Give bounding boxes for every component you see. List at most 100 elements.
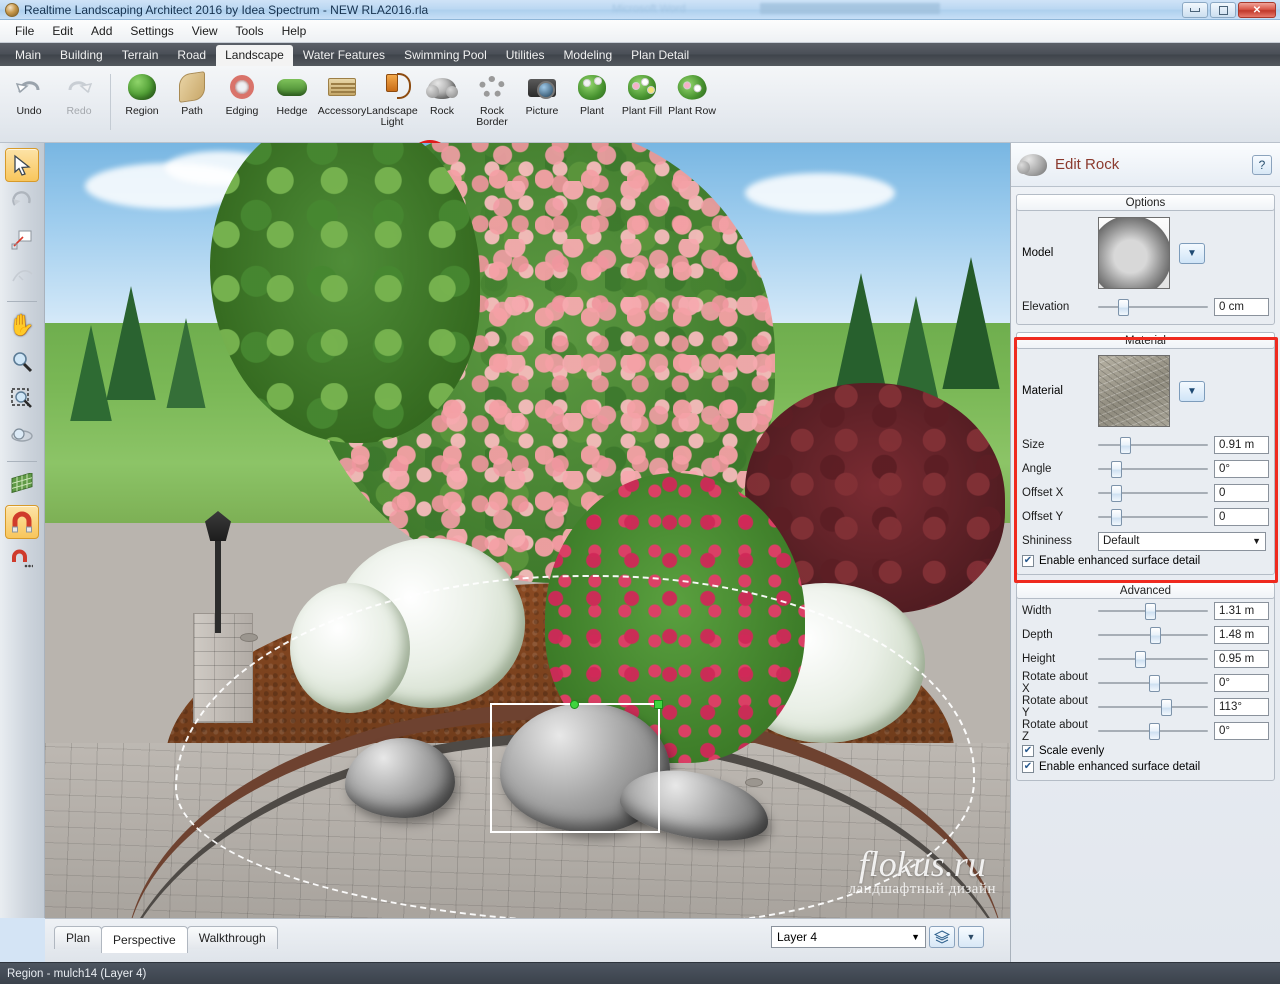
slider-thumb[interactable] — [1160, 699, 1172, 716]
rotate-y-slider[interactable] — [1098, 699, 1208, 716]
view-tab-plan[interactable]: Plan — [54, 926, 103, 949]
slider-thumb[interactable] — [1120, 437, 1131, 454]
menu-help[interactable]: Help — [273, 22, 316, 40]
menu-view[interactable]: View — [183, 22, 227, 40]
material-group-header[interactable]: Material — [1016, 332, 1275, 349]
slider-thumb[interactable] — [1149, 627, 1161, 644]
slider-thumb[interactable] — [1111, 509, 1123, 526]
toolbar-path-button[interactable]: Path — [167, 70, 217, 117]
advanced-group-header[interactable]: Advanced — [1016, 582, 1275, 599]
shininess-select[interactable]: Default ▼ — [1098, 531, 1266, 551]
toolbar-region-button[interactable]: Region — [117, 70, 167, 117]
tool-zoom[interactable] — [5, 345, 39, 379]
layer-select[interactable]: Layer 4 ▼ — [771, 926, 926, 948]
3d-viewport[interactable]: ✋ flokus.ru ландшафтный дизайн — [45, 143, 1010, 918]
checkbox-enhanced-surface-detail-advanced[interactable]: ✔ — [1022, 761, 1034, 773]
elevation-slider[interactable] — [1098, 299, 1208, 316]
toolbar-plant-row-button[interactable]: Plant Row — [667, 70, 717, 117]
minimize-button[interactable] — [1182, 2, 1208, 18]
rotate-y-value[interactable]: 113° — [1214, 698, 1269, 716]
slider-thumb[interactable] — [1135, 651, 1147, 668]
rotate-handle[interactable] — [570, 700, 579, 709]
toolbar-rock-border-button[interactable]: Rock Border — [467, 70, 517, 128]
angle-value[interactable]: 0° — [1214, 460, 1269, 478]
tool-grid[interactable] — [5, 468, 39, 502]
toolbar-plant-fill-button[interactable]: Plant Fill — [617, 70, 667, 117]
offset-x-slider[interactable] — [1098, 485, 1208, 502]
tool-select-arrow[interactable] — [5, 148, 39, 182]
options-group-header[interactable]: Options — [1016, 194, 1275, 211]
rotate-z-value[interactable]: 0° — [1214, 722, 1269, 740]
rock-selection-box[interactable] — [490, 700, 663, 833]
rotate-z-slider[interactable] — [1098, 723, 1208, 740]
tool-zoom-window[interactable] — [5, 382, 39, 416]
depth-value[interactable]: 1.48 m — [1214, 626, 1269, 644]
view-tab-perspective[interactable]: Perspective — [101, 926, 188, 953]
menu-file[interactable]: File — [6, 22, 43, 40]
tab-modeling[interactable]: Modeling — [554, 45, 621, 66]
slider-thumb[interactable] — [1111, 461, 1123, 478]
checkbox-enhanced-surface-detail[interactable]: ✔ — [1022, 555, 1034, 567]
elevation-value[interactable]: 0 cm — [1214, 298, 1269, 316]
view-tab-walkthrough[interactable]: Walkthrough — [186, 926, 278, 949]
slider-thumb[interactable] — [1148, 723, 1160, 740]
model-dropdown-button[interactable]: ▼ — [1179, 242, 1205, 264]
rotate-x-slider[interactable] — [1098, 675, 1208, 692]
slider-thumb[interactable] — [1145, 603, 1157, 620]
stone-texture-thumbnail[interactable] — [1098, 355, 1170, 427]
tab-utilities[interactable]: Utilities — [497, 45, 554, 66]
offset-y-slider[interactable] — [1098, 509, 1208, 526]
tool-snap-magnet[interactable] — [5, 505, 39, 539]
toolbar-accessory-button[interactable]: Accessory — [317, 70, 367, 117]
tab-building[interactable]: Building — [51, 45, 112, 66]
tool-pan-hand[interactable]: ✋ — [5, 308, 39, 342]
material-enhanced-detail-row[interactable]: ✔ Enable enhanced surface detail — [1017, 553, 1274, 569]
slider-thumb[interactable] — [1117, 299, 1129, 316]
height-slider[interactable] — [1098, 651, 1208, 668]
layers-dropdown-button[interactable]: ▼ — [958, 926, 984, 948]
slider-thumb[interactable] — [1148, 675, 1160, 692]
size-slider[interactable] — [1098, 437, 1208, 454]
help-button[interactable]: ? — [1252, 154, 1272, 175]
tool-snap-options[interactable] — [5, 542, 39, 576]
toolbar-undo-button[interactable]: Undo — [4, 70, 54, 117]
menu-tools[interactable]: Tools — [227, 22, 273, 40]
tool-curve[interactable] — [5, 259, 39, 293]
tool-orbit[interactable] — [5, 419, 39, 453]
maximize-button[interactable] — [1210, 2, 1236, 18]
tab-water-features[interactable]: Water Features — [294, 45, 394, 66]
width-value[interactable]: 1.31 m — [1214, 602, 1269, 620]
toolbar-plant-button[interactable]: Plant — [567, 70, 617, 117]
tab-terrain[interactable]: Terrain — [113, 45, 168, 66]
height-value[interactable]: 0.95 m — [1214, 650, 1269, 668]
menu-edit[interactable]: Edit — [43, 22, 82, 40]
toolbar-hedge-button[interactable]: Hedge — [267, 70, 317, 117]
advanced-enhanced-detail-row[interactable]: ✔ Enable enhanced surface detail — [1017, 759, 1274, 775]
width-slider[interactable] — [1098, 603, 1208, 620]
offset-x-value[interactable]: 0 — [1214, 484, 1269, 502]
toolbar-picture-button[interactable]: Picture — [517, 70, 567, 117]
tool-rotate[interactable] — [5, 185, 39, 219]
tab-plan-detail[interactable]: Plan Detail — [622, 45, 698, 66]
close-button[interactable]: ✕ — [1238, 2, 1276, 18]
tab-road[interactable]: Road — [168, 45, 215, 66]
rock-model-thumbnail[interactable] — [1098, 217, 1170, 289]
menu-settings[interactable]: Settings — [121, 22, 182, 40]
layers-button[interactable] — [929, 926, 955, 948]
checkbox-scale-evenly[interactable]: ✔ — [1022, 745, 1034, 757]
tool-measure[interactable] — [5, 222, 39, 256]
slider-thumb[interactable] — [1111, 485, 1123, 502]
tab-landscape[interactable]: Landscape — [216, 45, 293, 66]
scale-handle[interactable] — [654, 700, 663, 709]
offset-y-value[interactable]: 0 — [1214, 508, 1269, 526]
angle-slider[interactable] — [1098, 461, 1208, 478]
material-dropdown-button[interactable]: ▼ — [1179, 380, 1205, 402]
scale-evenly-row[interactable]: ✔ Scale evenly — [1017, 743, 1274, 759]
tab-swimming-pool[interactable]: Swimming Pool — [395, 45, 496, 66]
depth-slider[interactable] — [1098, 627, 1208, 644]
toolbar-edging-button[interactable]: Edging — [217, 70, 267, 117]
tab-main[interactable]: Main — [6, 45, 50, 66]
rotate-x-value[interactable]: 0° — [1214, 674, 1269, 692]
menu-add[interactable]: Add — [82, 22, 121, 40]
toolbar-landscape-light-button[interactable]: Landscape Light — [366, 70, 418, 128]
